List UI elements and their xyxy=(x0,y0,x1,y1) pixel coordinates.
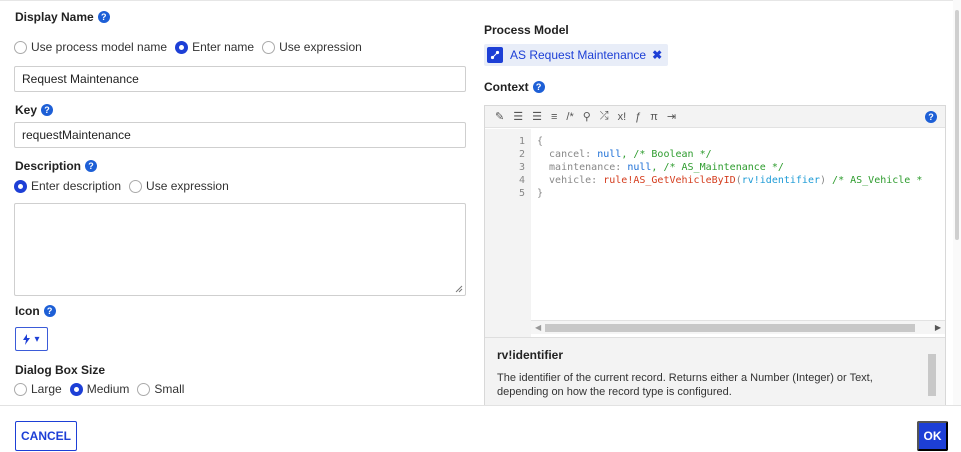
function-icon[interactable]: ƒ xyxy=(635,111,641,123)
line-number: 3 xyxy=(518,162,525,173)
line-number: 2 xyxy=(518,149,525,160)
help-icon[interactable]: ? xyxy=(41,104,54,116)
process-model-icon xyxy=(487,47,503,63)
dialog-box-size-radio-group: Large Medium Small xyxy=(14,382,192,396)
radio-enter-description[interactable]: Enter description xyxy=(14,179,121,193)
icon-label: Icon ? xyxy=(15,304,56,318)
help-icon[interactable]: ? xyxy=(85,160,98,172)
editor-toolbar: ✎ ☰ ☰ ≡ /* ⚲ ⤮ x! ƒ π ⇥ ? xyxy=(485,106,945,128)
search-icon[interactable]: ⚲ xyxy=(583,110,591,123)
help-icon[interactable]: ? xyxy=(43,305,56,317)
code-line[interactable]: maintenance: null, /* AS_Maintenance */ xyxy=(537,162,784,173)
doc-title: rv!identifier xyxy=(497,348,564,362)
process-model-label: Process Model xyxy=(484,23,569,37)
radio-dot-selected[interactable] xyxy=(14,179,27,193)
description-label: Description ? xyxy=(15,159,98,173)
icon-picker-button[interactable]: ▾ xyxy=(15,327,48,351)
lightning-icon xyxy=(23,333,31,345)
scroll-right-icon[interactable]: ▶ xyxy=(935,323,941,332)
display-name-input[interactable]: Request Maintenance xyxy=(14,66,466,92)
code-line[interactable]: } xyxy=(537,188,543,199)
radio-dot[interactable] xyxy=(14,40,27,54)
line-number: 5 xyxy=(518,188,525,199)
page-scrollbar[interactable] xyxy=(953,0,961,405)
display-name-label: Display Name ? xyxy=(15,10,110,24)
scrollbar-thumb[interactable] xyxy=(928,354,936,396)
context-label: Context ? xyxy=(484,80,545,94)
shuffle-icon[interactable]: ⤮ xyxy=(600,110,609,123)
cancel-button[interactable]: CANCEL xyxy=(15,421,77,451)
help-icon[interactable]: ? xyxy=(925,111,937,123)
display-name-radio-group: Use process model name Enter name Use ex… xyxy=(14,40,370,54)
resize-grip-icon[interactable] xyxy=(455,285,463,293)
radio-dot-selected[interactable] xyxy=(69,382,83,396)
radio-large[interactable]: Large xyxy=(14,382,62,396)
description-textarea[interactable] xyxy=(14,203,466,296)
line-number: 1 xyxy=(518,136,525,147)
process-model-chip[interactable]: AS Request Maintenance ✖ xyxy=(484,44,669,66)
radio-use-process-model-name[interactable]: Use process model name xyxy=(14,40,167,54)
radio-dot[interactable] xyxy=(129,179,143,193)
code-line[interactable]: vehicle: rule!AS_GetVehicleByID(rv!ident… xyxy=(537,175,922,186)
chevron-down-icon: ▾ xyxy=(34,333,40,345)
doc-scrollbar[interactable] xyxy=(927,342,937,402)
export-icon[interactable]: ⇥ xyxy=(667,110,676,123)
list-icon[interactable]: ≡ xyxy=(551,111,557,123)
documentation-pane: rv!identifier The identifier of the curr… xyxy=(485,337,945,405)
radio-dot[interactable] xyxy=(262,40,276,54)
footer-divider xyxy=(0,405,961,406)
code-line[interactable]: { xyxy=(537,136,543,147)
radio-use-expression[interactable]: Use expression xyxy=(262,40,362,54)
horizontal-scrollbar[interactable]: ◀ ▶ xyxy=(531,320,945,334)
comment-icon[interactable]: /* xyxy=(566,111,573,123)
dialog-box-size-label: Dialog Box Size xyxy=(15,363,106,377)
line-number-gutter: 1 2 3 4 5 xyxy=(485,129,531,349)
scrollbar-thumb[interactable] xyxy=(545,324,915,332)
expression-editor[interactable]: ✎ ☰ ☰ ≡ /* ⚲ ⤮ x! ƒ π ⇥ ? 1 2 3 4 5 { ca… xyxy=(484,105,946,405)
top-divider xyxy=(0,0,961,1)
radio-enter-name[interactable]: Enter name xyxy=(175,40,254,54)
radio-medium[interactable]: Medium xyxy=(69,382,129,396)
radio-dot-selected[interactable] xyxy=(175,40,189,54)
help-icon[interactable]: ? xyxy=(532,81,545,93)
scrollbar-thumb[interactable] xyxy=(955,10,959,240)
outdent-icon[interactable]: ☰ xyxy=(532,110,542,123)
radio-dot[interactable] xyxy=(14,382,27,396)
magic-wand-icon[interactable]: ✎ xyxy=(495,110,504,123)
radio-use-expression[interactable]: Use expression xyxy=(129,179,229,193)
help-icon[interactable]: ? xyxy=(97,11,110,23)
code-line[interactable]: cancel: null, /* Boolean */ xyxy=(537,149,712,160)
radio-dot[interactable] xyxy=(137,382,151,396)
remove-icon[interactable]: ✖ xyxy=(652,48,662,62)
doc-body: The identifier of the current record. Re… xyxy=(497,372,873,398)
process-model-name[interactable]: AS Request Maintenance xyxy=(510,48,646,62)
key-label: Key ? xyxy=(15,103,54,117)
variable-icon[interactable]: x! xyxy=(618,111,627,123)
line-number: 4 xyxy=(518,175,525,186)
ok-button[interactable]: OK xyxy=(917,421,948,451)
pi-icon[interactable]: π xyxy=(650,111,658,123)
indent-icon[interactable]: ☰ xyxy=(513,110,523,123)
key-input[interactable]: requestMaintenance xyxy=(14,122,466,148)
radio-small[interactable]: Small xyxy=(137,382,184,396)
scroll-left-icon[interactable]: ◀ xyxy=(535,323,541,332)
description-radio-group: Enter description Use expression xyxy=(14,179,237,193)
